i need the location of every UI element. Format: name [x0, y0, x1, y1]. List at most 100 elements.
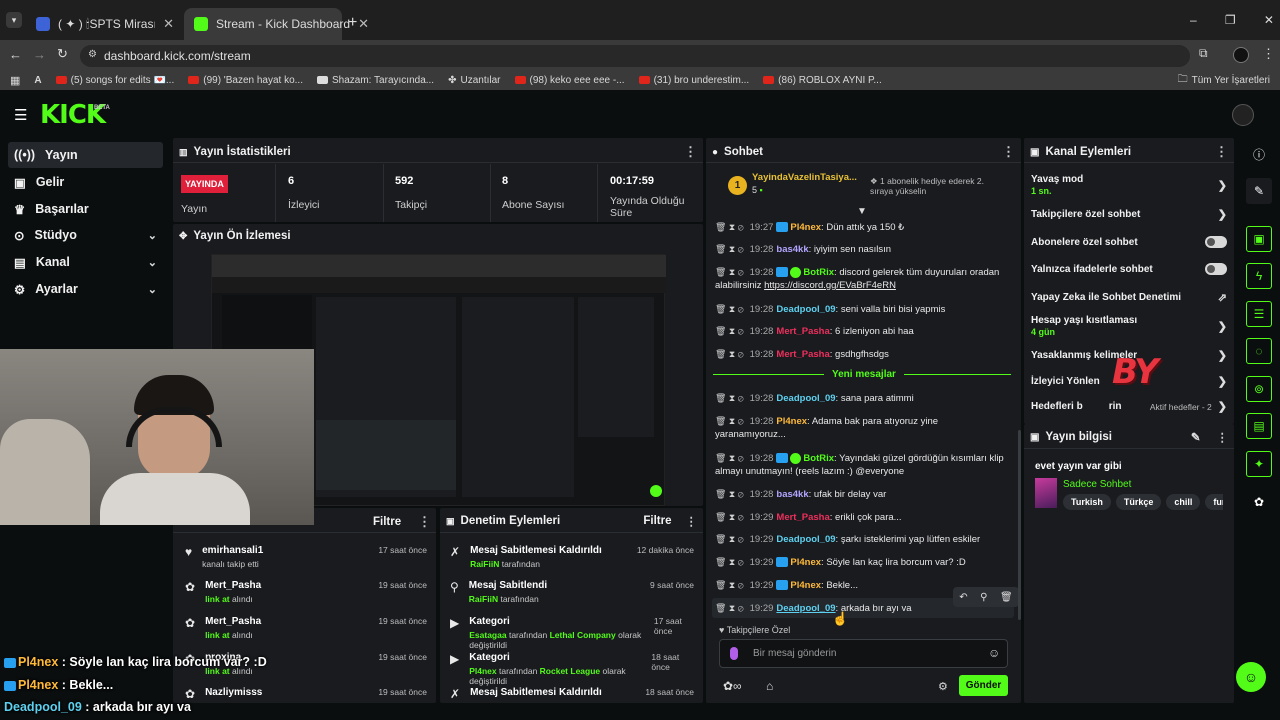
sidebar-item-basarilar[interactable]: ♛ Başarılar [8, 196, 163, 222]
ai-mod-row[interactable]: Yapay Zeka ile Sohbet Denetimi ⇗ [1031, 291, 1227, 304]
mod-icons[interactable]: 🗑 ⧗ ⊘ [715, 603, 744, 613]
store-icon[interactable]: ⌂ [766, 679, 773, 693]
sidebar-item-yayin[interactable]: ((•)) Yayın [8, 142, 163, 168]
tag[interactable]: chill [1166, 494, 1201, 510]
list-rail-icon[interactable]: ☰ [1246, 301, 1272, 327]
edit-icon[interactable]: ✎ [1191, 430, 1201, 444]
tag[interactable]: Turkish [1063, 494, 1111, 510]
all-bookmarks[interactable]: 🗀 Tüm Yer İşaretleri [1178, 72, 1270, 89]
archive-rail-icon[interactable]: ▤ [1246, 413, 1272, 439]
top-gifter-name[interactable]: YayindaVazelinTasiya... [752, 172, 857, 183]
chat-collapse-icon[interactable]: ▼ [857, 206, 867, 217]
mod-icons[interactable]: 🗑 ⧗ ⊘ [715, 326, 744, 336]
send-button[interactable]: Gönder [959, 675, 1008, 696]
scrollbar[interactable] [1018, 430, 1021, 620]
mod-icons[interactable]: 🗑 ⧗ ⊘ [715, 304, 744, 314]
more-icon[interactable]: ⋮ [1002, 144, 1015, 160]
mod-icons[interactable]: 🗑 ⧗ ⊘ [715, 453, 744, 463]
bookmark-item[interactable]: Shazam: Tarayıcında... [317, 75, 434, 86]
reload-icon[interactable]: ↻ [57, 46, 68, 62]
chat-rail-icon[interactable]: ◌ [1246, 338, 1272, 364]
emote-chat-toggle[interactable] [1205, 263, 1227, 275]
bookmark-item[interactable]: ✤ Uzantılar [448, 75, 500, 86]
close-window-icon[interactable]: ✕ [1264, 13, 1274, 27]
more-icon[interactable]: ⋮ [686, 514, 698, 528]
new-tab-button[interactable]: + [348, 14, 357, 32]
info-rail-icon[interactable]: ⓘ [1246, 141, 1272, 167]
sidebar-item-kanal[interactable]: ▤ Kanal ⌄ [8, 249, 163, 275]
close-tab-icon[interactable]: ✕ [358, 16, 369, 32]
site-info-icon[interactable]: ⚙ [88, 49, 97, 60]
extensions-icon[interactable]: ⧉ [1199, 46, 1208, 61]
hamburger-menu-icon[interactable]: ☰ [14, 106, 27, 124]
more-icon[interactable]: ⋮ [684, 144, 697, 160]
emoji-icon[interactable]: ☺ [988, 646, 1000, 660]
profile-avatar[interactable] [1233, 47, 1249, 63]
tab-search-button[interactable]: ▾ [6, 12, 22, 28]
more-icon[interactable]: ⋮ [1215, 144, 1228, 160]
age-limit-row[interactable]: Hesap yaşı kısıtlaması 4 gün ❯ [1031, 315, 1227, 337]
forward-icon[interactable]: → [33, 47, 46, 62]
tools-rail-icon[interactable]: ✦ [1246, 451, 1272, 477]
browser-tab-roblox[interactable]: ( ✦ ) 🕯SPTS Mirası - Roblox ✕ [26, 8, 184, 40]
chat-link[interactable]: https://discord.gg/EVaBrF4eRN [764, 280, 896, 291]
sidebar-item-gelir[interactable]: ▣ Gelir [8, 169, 163, 195]
mod-icons[interactable]: 🗑 ⧗ ⊘ [715, 557, 744, 567]
microphone-icon[interactable] [730, 647, 738, 660]
bookmark-item[interactable]: (98) keko eee eee -... [514, 75, 625, 86]
restore-icon[interactable]: ❐ [1225, 13, 1236, 27]
apps-icon[interactable]: ▦ [10, 74, 20, 87]
pin-icon[interactable]: ⚲ [980, 592, 987, 603]
bookmark-a-icon[interactable]: A [34, 75, 41, 86]
minimize-icon[interactable]: – [1190, 13, 1197, 27]
bookmark-item[interactable]: (5) songs for edits 💌... [55, 75, 174, 86]
support-button[interactable]: ☺ [1236, 662, 1266, 692]
bookmark-item[interactable]: (99) 'Bazen hayat ko... [188, 75, 303, 86]
browser-tab-kick[interactable]: Stream - Kick Dashboard ✕ [184, 8, 369, 40]
reply-icon[interactable]: ↶ [959, 592, 967, 603]
goals-row[interactable]: Hedefleri b rin Aktif hedefler - 2 ❯ [1031, 400, 1227, 413]
mod-icons[interactable]: 🗑 ⧗ ⊘ [715, 512, 744, 522]
more-icon[interactable]: ⋮ [418, 514, 431, 530]
mod-icons[interactable]: 🗑 ⧗ ⊘ [715, 244, 744, 254]
back-icon[interactable]: ← [9, 47, 22, 62]
close-tab-icon[interactable]: ✕ [163, 16, 174, 32]
bookmark-item[interactable]: (86) ROBLOX AYNI P... [763, 75, 882, 86]
subs-chat-row[interactable]: Abonelere özel sohbet [1031, 236, 1227, 248]
more-icon[interactable]: ⋮ [1217, 430, 1229, 444]
subs-chat-toggle[interactable] [1205, 236, 1227, 248]
window-controls[interactable]: – ❐ ✕ [1190, 13, 1274, 27]
edit-rail-icon[interactable]: ✎ [1246, 178, 1272, 204]
category-name[interactable]: Sadece Sohbet [1063, 479, 1131, 490]
bookmark-item[interactable]: (31) bro underestim... [638, 75, 749, 86]
slow-mode-row[interactable]: Yavaş mod 1 sn. ❯ [1031, 174, 1227, 196]
address-bar[interactable]: ⚙ dashboard.kick.com/stream [80, 45, 1190, 67]
mod-icons[interactable]: 🗑 ⧗ ⊘ [715, 222, 744, 232]
filter-button[interactable]: Filtre [373, 516, 401, 528]
broadcast-rail-icon[interactable]: ⊚ [1246, 376, 1272, 402]
mod-icons[interactable]: 🗑 ⧗ ⊘ [715, 393, 744, 403]
mod-icons[interactable]: 🗑 ⧗ ⊘ [715, 534, 744, 544]
camera-rail-icon[interactable]: ▣ [1246, 226, 1272, 252]
sidebar-item-studyo[interactable]: ⊙ Stüdyo ⌄ [8, 222, 163, 248]
chat-points-icon[interactable]: ✿∞ [723, 679, 742, 693]
mod-icons[interactable]: 🗑 ⧗ ⊘ [715, 267, 744, 277]
tag[interactable]: funny [1205, 494, 1223, 510]
mod-icons[interactable]: 🗑 ⧗ ⊘ [715, 416, 744, 426]
chat-input[interactable]: Bir mesaj gönderin ☺ [719, 639, 1008, 668]
more-rail-icon[interactable]: ✿ [1246, 489, 1272, 515]
lightning-rail-icon[interactable]: ϟ [1246, 263, 1272, 289]
mod-icons[interactable]: 🗑 ⧗ ⊘ [715, 580, 744, 590]
sidebar-item-ayarlar[interactable]: ⚙ Ayarlar ⌄ [8, 276, 163, 302]
filter-button[interactable]: Filtre [643, 515, 671, 527]
delete-icon[interactable]: 🗑 [1000, 592, 1013, 603]
emote-chat-row[interactable]: Yalnızca ifadelerle sohbet [1031, 263, 1227, 275]
chat-bubble-icon: ● [712, 146, 719, 158]
tag[interactable]: Türkçe [1115, 494, 1162, 510]
menu-icon[interactable]: ⋮ [1262, 46, 1275, 62]
user-avatar[interactable] [1232, 104, 1254, 126]
mod-icons[interactable]: 🗑 ⧗ ⊘ [715, 489, 744, 499]
chat-settings-icon[interactable]: ⚙ [938, 680, 948, 693]
followers-chat-row[interactable]: Takipçilere özel sohbet ❯ [1031, 208, 1227, 221]
mod-icons[interactable]: 🗑 ⧗ ⊘ [715, 349, 744, 359]
